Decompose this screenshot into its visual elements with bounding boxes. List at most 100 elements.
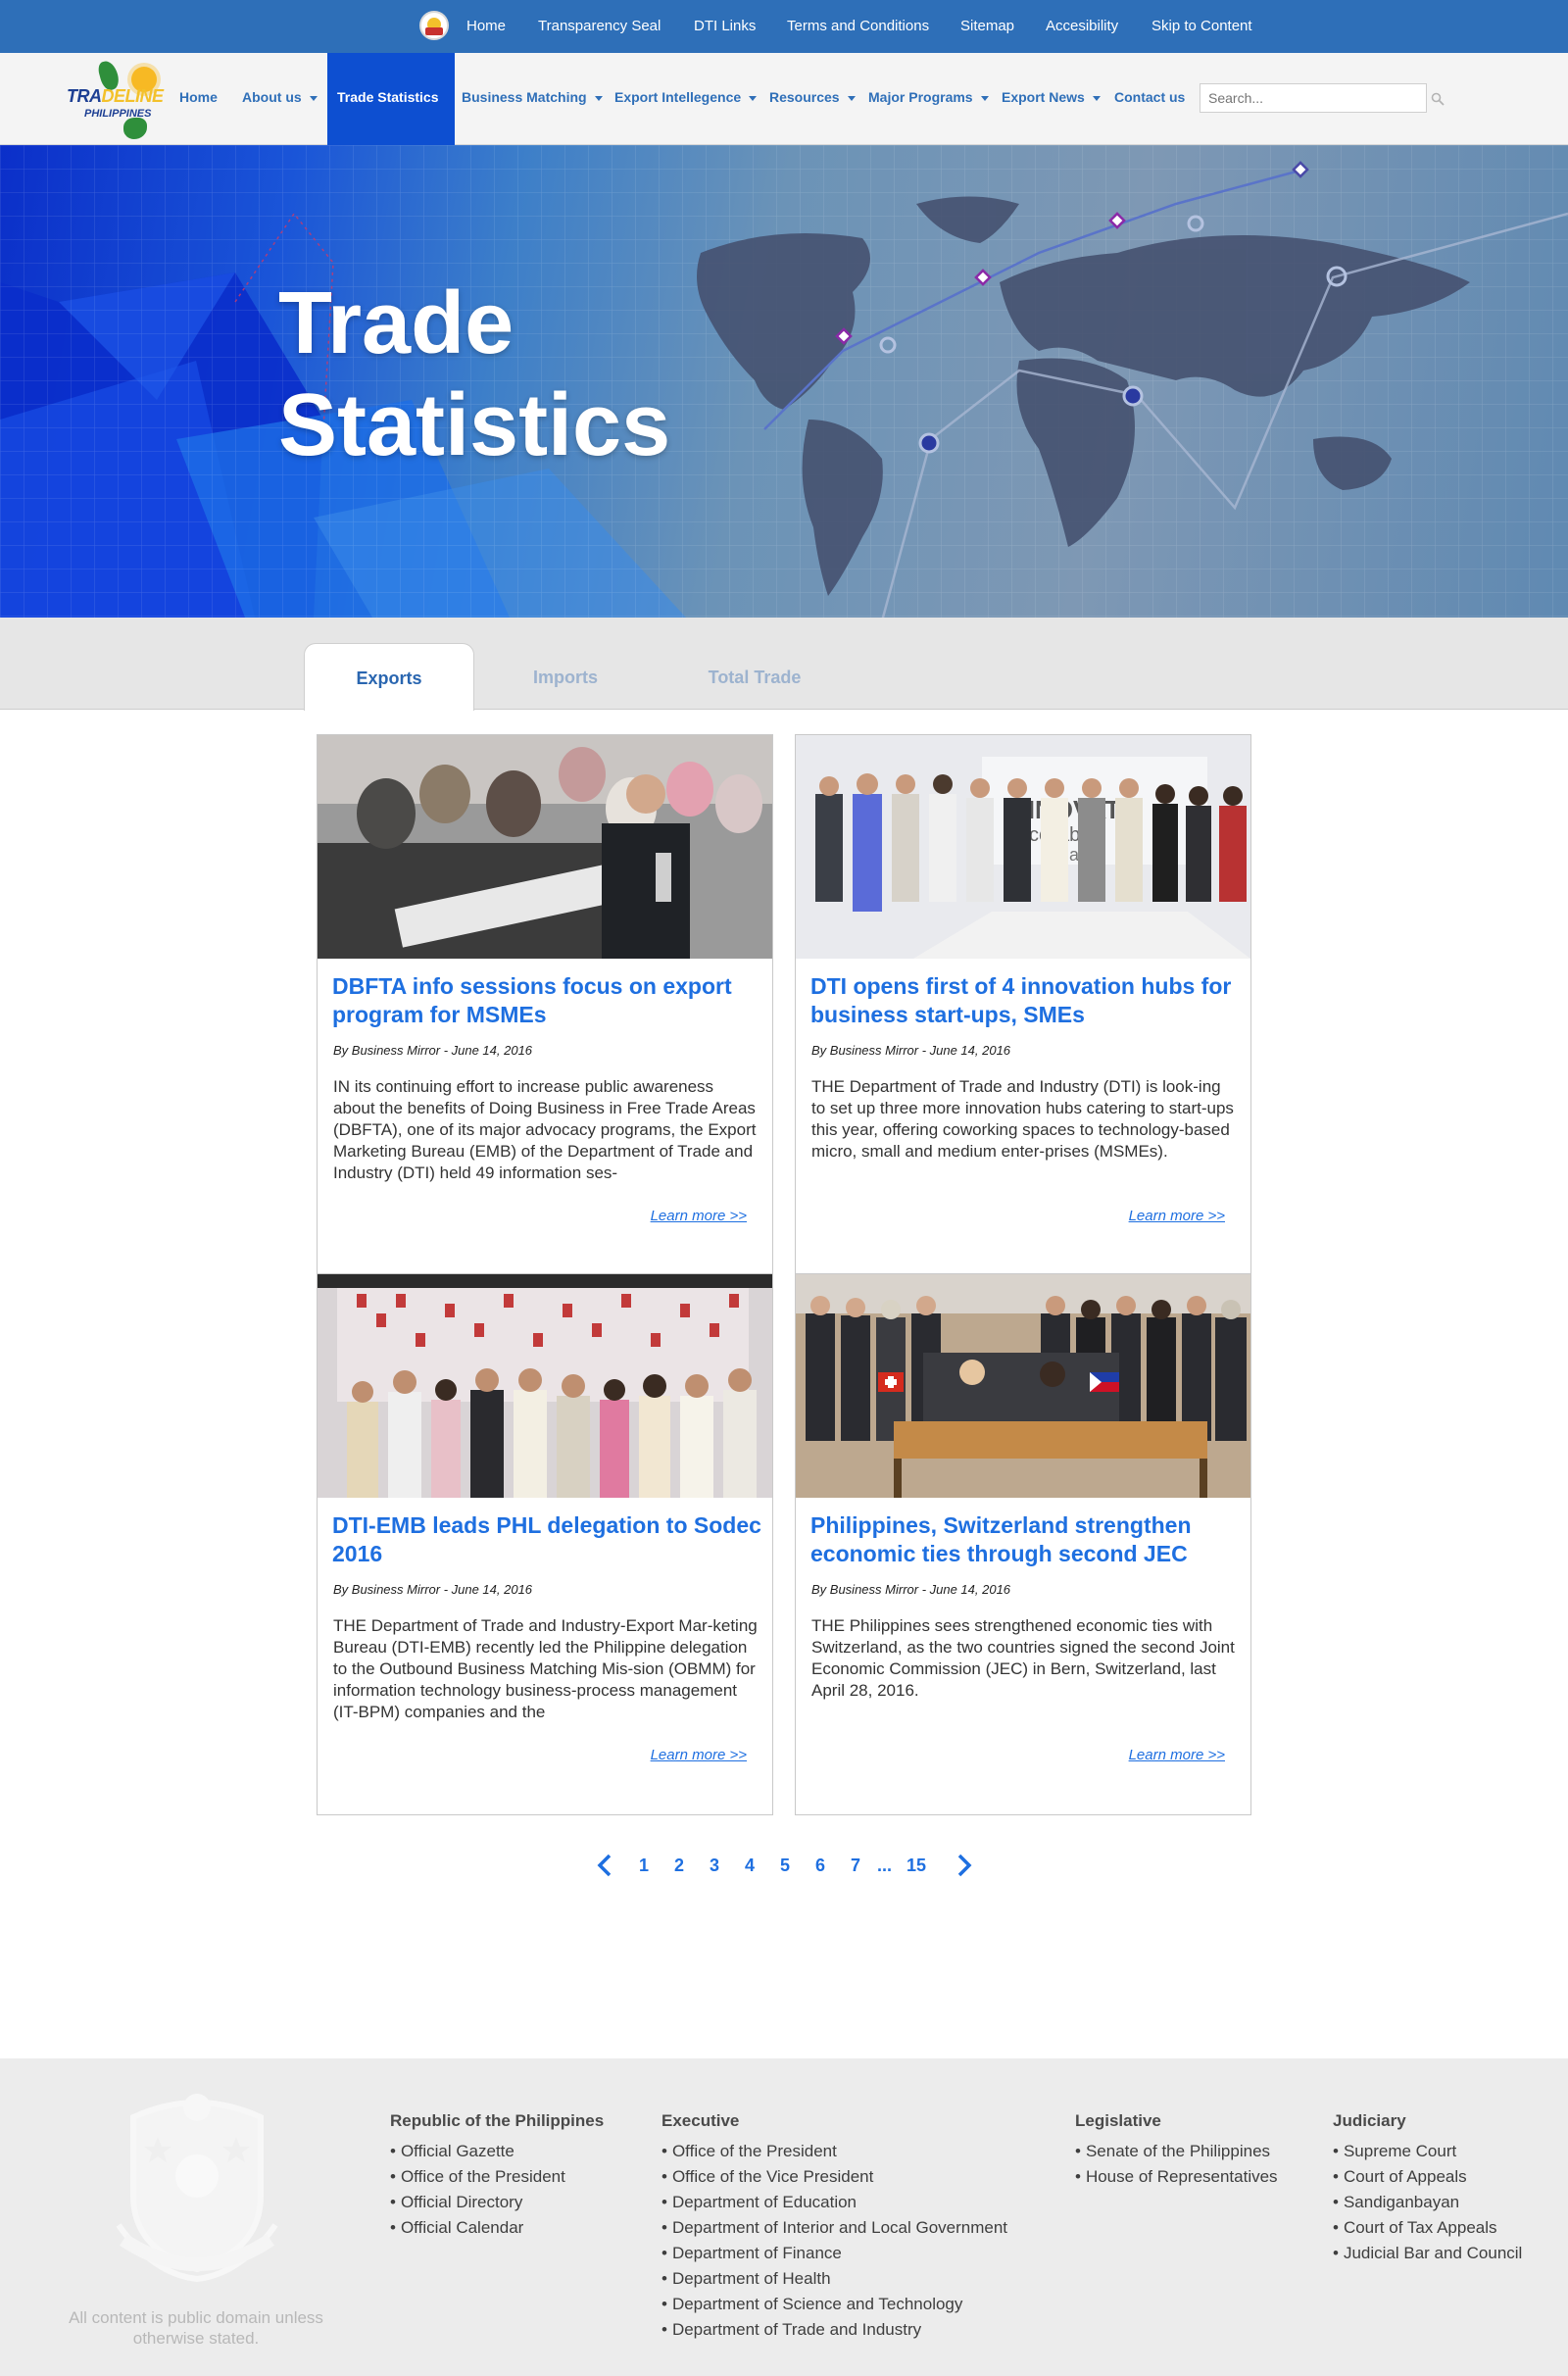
footer-heading: Legislative: [1075, 2111, 1161, 2130]
footer-link[interactable]: Court of Appeals: [1333, 2164, 1522, 2190]
footer-heading: Executive: [662, 2111, 740, 2130]
chevron-down-icon: [594, 95, 603, 101]
nav-item-home[interactable]: Home: [179, 53, 218, 145]
footer-link[interactable]: Office of the President: [662, 2139, 1007, 2164]
topbar-link-terms[interactable]: Terms and Conditions: [787, 18, 929, 34]
card-byline: By Business Mirror - June 14, 2016: [811, 1043, 1011, 1058]
learn-more-link[interactable]: Learn more >>: [651, 1747, 747, 1763]
card-title[interactable]: Philippines, Switzerland strengthen econ…: [810, 1511, 1242, 1568]
learn-more-link[interactable]: Learn more >>: [1129, 1747, 1225, 1763]
footer-link[interactable]: Senate of the Philippines: [1075, 2139, 1278, 2164]
topbar-link-skip-to-content[interactable]: Skip to Content: [1152, 18, 1252, 34]
card-title[interactable]: DTI opens first of 4 innovation hubs for…: [810, 972, 1242, 1029]
footer-link[interactable]: Department of Interior and Local Governm…: [662, 2215, 1007, 2241]
hero-background-graphic: [0, 145, 1568, 618]
card-excerpt: THE Department of Trade and Industry-Exp…: [333, 1616, 758, 1721]
tab-total-trade[interactable]: Total Trade: [666, 643, 843, 710]
card-byline: By Business Mirror - June 14, 2016: [811, 1582, 1011, 1597]
hero-banner: Trade Statistics: [0, 145, 1568, 618]
learn-more-link[interactable]: Learn more >>: [1129, 1208, 1225, 1224]
page-link-7[interactable]: 7: [851, 1849, 860, 1882]
logo-subtitle: PHILIPPINES: [84, 108, 152, 120]
footer-link[interactable]: Department of Health: [662, 2266, 1007, 2292]
footer-link[interactable]: Department of Trade and Industry: [662, 2317, 1007, 2343]
topbar-link-sitemap[interactable]: Sitemap: [960, 18, 1014, 34]
chevron-left-icon[interactable]: [593, 1853, 618, 1878]
footer-link[interactable]: Office of the Vice President: [662, 2164, 1007, 2190]
footer-column-legislative: Legislative Senate of the Philippines Ho…: [1075, 2111, 1278, 2190]
news-card: Philippines, Switzerland strengthen econ…: [795, 1273, 1251, 1815]
nav-item-contact-us[interactable]: Contact us: [1114, 53, 1185, 145]
card-byline: By Business Mirror - June 14, 2016: [333, 1043, 533, 1058]
card-byline: By Business Mirror - June 14, 2016: [333, 1582, 533, 1597]
nav-item-resources[interactable]: Resources: [769, 53, 856, 145]
page-ellipsis: ...: [877, 1856, 893, 1875]
footer-link[interactable]: Department of Education: [662, 2190, 1007, 2215]
search-icon[interactable]: [1431, 92, 1445, 106]
page-link-1[interactable]: 1: [639, 1849, 649, 1882]
page-link-2[interactable]: 2: [674, 1849, 684, 1882]
nav-item-export-news[interactable]: Export News: [1002, 53, 1101, 145]
news-photo-sodec-delegation[interactable]: [318, 1274, 772, 1498]
chevron-down-icon: [749, 95, 758, 101]
page-title: Trade Statistics: [278, 274, 671, 474]
footer-link[interactable]: Official Calendar: [390, 2215, 604, 2241]
nav-item-trade-statistics[interactable]: Trade Statistics: [327, 53, 455, 145]
footer-column-executive: Executive Office of the President Office…: [662, 2111, 1007, 2343]
tradeline-logo[interactable]: TRADELINE PHILIPPINES: [63, 57, 172, 143]
chevron-down-icon: [1092, 95, 1101, 101]
footer-link[interactable]: Official Directory: [390, 2190, 604, 2215]
tab-exports[interactable]: Exports: [304, 643, 474, 711]
card-title[interactable]: DBFTA info sessions focus on export prog…: [332, 972, 763, 1029]
topbar-link-dti-links[interactable]: DTI Links: [694, 18, 756, 34]
news-photo-innovation-hub[interactable]: INNOVATE collabor shar: [796, 735, 1250, 959]
footer-link[interactable]: Department of Science and Technology: [662, 2292, 1007, 2317]
utility-bar: Home Transparency Seal DTI Links Terms a…: [0, 0, 1568, 53]
search-input[interactable]: [1200, 83, 1427, 113]
card-excerpt: THE Philippines sees strengthened econom…: [811, 1616, 1235, 1700]
card-excerpt: THE Department of Trade and Industry (DT…: [811, 1077, 1234, 1161]
topbar-link-home[interactable]: Home: [466, 18, 506, 34]
page-link-6[interactable]: 6: [815, 1849, 825, 1882]
news-card: DTI-EMB leads PHL delegation to Sodec 20…: [317, 1273, 773, 1815]
news-card: INNOVATE collabor shar DTI opens first o…: [795, 734, 1251, 1276]
footer-link[interactable]: Supreme Court: [1333, 2139, 1522, 2164]
page-link-3[interactable]: 3: [710, 1849, 719, 1882]
logo-wordmark: TRADELINE: [67, 86, 164, 106]
page-link-4[interactable]: 4: [745, 1849, 755, 1882]
learn-more-link[interactable]: Learn more >>: [651, 1208, 747, 1224]
footer-link[interactable]: House of Representatives: [1075, 2164, 1278, 2190]
card-excerpt: IN its continuing effort to increase pub…: [333, 1077, 757, 1182]
news-photo-seminar[interactable]: [318, 735, 772, 959]
footer-link[interactable]: Judicial Bar and Council: [1333, 2241, 1522, 2266]
tab-imports[interactable]: Imports: [480, 643, 651, 710]
footer-link[interactable]: Department of Finance: [662, 2241, 1007, 2266]
topbar-link-transparency-seal[interactable]: Transparency Seal: [538, 18, 661, 34]
topbar-link-accessibility[interactable]: Accesibility: [1046, 18, 1118, 34]
footer-column-judiciary: Judiciary Supreme Court Court of Appeals…: [1333, 2111, 1522, 2266]
chevron-down-icon: [309, 95, 318, 101]
footer-heading: Republic of the Philippines: [390, 2111, 605, 2130]
card-title[interactable]: DTI-EMB leads PHL delegation to Sodec 20…: [332, 1511, 763, 1568]
ph-seal-icon: [419, 11, 449, 40]
footer-link[interactable]: Official Gazette: [390, 2139, 604, 2164]
footer-link[interactable]: Court of Tax Appeals: [1333, 2215, 1522, 2241]
footer-public-domain-note: All content is public domain unless othe…: [69, 2308, 323, 2348]
footer-column-republic: Republic of the Philippines Official Gaz…: [390, 2111, 604, 2241]
nav-item-business-matching[interactable]: Business Matching: [462, 53, 603, 145]
page-link-5[interactable]: 5: [780, 1849, 790, 1882]
nav-item-about-us[interactable]: About us: [242, 53, 318, 145]
chevron-right-icon[interactable]: [951, 1853, 976, 1878]
footer-link[interactable]: Sandiganbayan: [1333, 2190, 1522, 2215]
footer-heading: Judiciary: [1333, 2111, 1406, 2130]
chevron-down-icon: [847, 95, 856, 101]
nav-item-export-intelligence[interactable]: Export Intellegence: [614, 53, 758, 145]
chevron-down-icon: [980, 95, 989, 101]
page-link-last[interactable]: 15: [906, 1849, 926, 1882]
nav-item-major-programs[interactable]: Major Programs: [868, 53, 989, 145]
news-card: DBFTA info sessions focus on export prog…: [317, 734, 773, 1276]
footer-link[interactable]: Office of the President: [390, 2164, 604, 2190]
logo-island-shape: [123, 118, 147, 139]
news-photo-jec-signing[interactable]: [796, 1274, 1250, 1498]
ph-coat-of-arms-icon: [116, 2094, 278, 2283]
